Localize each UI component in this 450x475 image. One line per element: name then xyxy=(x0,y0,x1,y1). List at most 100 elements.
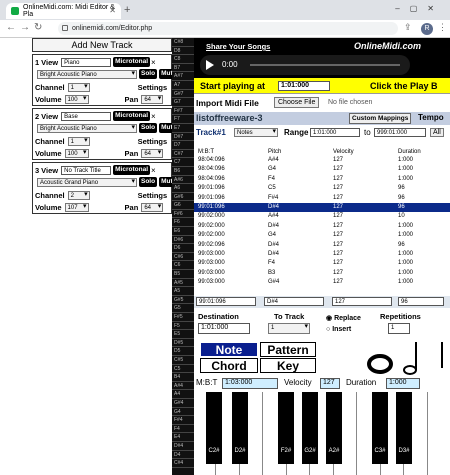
edit-duration-input[interactable]: 96 xyxy=(398,297,444,306)
profile-avatar[interactable]: R xyxy=(421,23,433,35)
insert-radio[interactable]: ○ Insert xyxy=(326,326,351,333)
microtonal-button[interactable]: Microtonal xyxy=(113,165,151,175)
strip-key[interactable]: A#5 xyxy=(172,279,194,288)
replace-radio[interactable]: ◉ Replace xyxy=(326,314,361,322)
strip-key[interactable]: D#5 xyxy=(172,339,194,348)
play-icon[interactable] xyxy=(206,60,214,70)
choose-file-button[interactable]: Choose File xyxy=(274,97,320,108)
duration-input[interactable]: 1:000 xyxy=(386,378,420,389)
strip-key[interactable]: D4 xyxy=(172,451,194,460)
event-row[interactable]: 99:01:096 D#4 127 96 xyxy=(194,202,450,213)
strip-key[interactable]: E4 xyxy=(172,433,194,442)
track-name-input[interactable]: No Track Title xyxy=(61,165,112,175)
pan-select[interactable]: 64 xyxy=(141,148,164,158)
strip-key[interactable]: B5 xyxy=(172,270,194,279)
pan-select[interactable]: 64 xyxy=(141,94,164,104)
channel-select[interactable]: 2 xyxy=(67,190,90,200)
strip-key[interactable]: C#4 xyxy=(172,459,194,468)
strip-key[interactable]: B4 xyxy=(172,373,194,382)
strip-key[interactable]: C#7 xyxy=(172,150,194,159)
range-to-input[interactable]: 999:01:000 xyxy=(374,128,426,137)
black-key[interactable]: D2# xyxy=(232,392,248,464)
event-row[interactable]: 98:04:096 F4 127 1:000 xyxy=(194,175,450,184)
url-field[interactable]: onlinemidi.com/Editor.php xyxy=(58,22,398,35)
instrument-select[interactable]: Bright Acoustic Piano xyxy=(37,69,137,79)
strip-key[interactable]: A6 xyxy=(172,184,194,193)
strip-key[interactable]: F7 xyxy=(172,115,194,124)
black-key[interactable]: F2# xyxy=(278,392,294,464)
strip-key[interactable]: E5 xyxy=(172,330,194,339)
strip-key[interactable]: F#5 xyxy=(172,313,194,322)
track-name-input[interactable]: Piano xyxy=(61,57,112,67)
start-input[interactable]: 1:01:000 xyxy=(278,81,330,91)
volume-select[interactable]: 107 xyxy=(64,202,89,212)
event-row[interactable]: 99:03:000 G#4 127 1:000 xyxy=(194,278,450,287)
strip-key[interactable]: F4 xyxy=(172,425,194,434)
strip-key[interactable]: C6 xyxy=(172,261,194,271)
share-songs-link[interactable]: Share Your Songs xyxy=(206,42,270,51)
strip-key[interactable]: A#6 xyxy=(172,176,194,185)
strip-key[interactable]: G#4 xyxy=(172,399,194,408)
event-row[interactable]: 99:03:000 F4 127 1:000 xyxy=(194,259,450,268)
strip-key[interactable]: E6 xyxy=(172,227,194,236)
note-button[interactable]: Note xyxy=(200,342,258,357)
event-row[interactable]: 99:03:000 D#4 127 1:000 xyxy=(194,250,450,259)
repetitions-input[interactable]: 1 xyxy=(388,323,410,334)
channel-select[interactable]: 1 xyxy=(67,82,90,92)
strip-key[interactable]: C7 xyxy=(172,158,194,167)
edit-mbt-input[interactable]: 99:01:096 xyxy=(196,297,256,306)
event-row[interactable]: 98:04:096 A#4 127 1:000 xyxy=(194,156,450,165)
strip-key[interactable]: D7 xyxy=(172,141,194,150)
volume-select[interactable]: 100 xyxy=(64,148,89,158)
destination-input[interactable]: 1:01:000 xyxy=(198,323,250,334)
microtonal-button[interactable]: Microtonal xyxy=(113,111,151,121)
event-row[interactable]: 99:02:000 D#4 127 1:000 xyxy=(194,222,450,231)
strip-key[interactable]: G7 xyxy=(172,98,194,107)
to-track-select[interactable]: 1 xyxy=(268,323,310,334)
new-tab-button[interactable]: + xyxy=(124,4,130,16)
window-controls[interactable]: –▢✕ xyxy=(395,4,444,13)
close-tab-icon[interactable]: ✕ xyxy=(109,6,116,15)
volume-select[interactable]: 100 xyxy=(64,94,89,104)
seek-bar[interactable] xyxy=(250,64,400,66)
strip-key[interactable]: F5 xyxy=(172,322,194,331)
edit-pitch-input[interactable]: D#4 xyxy=(264,297,324,306)
instrument-select[interactable]: Acoustic Grand Piano xyxy=(37,177,137,187)
strip-key[interactable]: C#5 xyxy=(172,356,194,365)
view-link[interactable]: View xyxy=(41,58,58,67)
mbt-input[interactable]: 1:03:000 xyxy=(222,378,278,389)
event-row[interactable]: 99:03:000 B3 127 1:000 xyxy=(194,269,450,278)
event-row[interactable]: 99:02:000 G4 127 1:000 xyxy=(194,231,450,240)
strip-key[interactable]: C8 xyxy=(172,55,194,64)
strip-key[interactable]: G5 xyxy=(172,304,194,313)
browser-tab[interactable]: OnlineMidi.com: Midi Editor & Pla ✕ xyxy=(6,3,121,19)
strip-key[interactable]: G6 xyxy=(172,201,194,210)
settings-link[interactable]: Settings xyxy=(138,191,168,200)
strip-key[interactable]: F#6 xyxy=(172,210,194,219)
solo-button[interactable]: Solo xyxy=(139,69,158,79)
solo-button[interactable]: Solo xyxy=(139,123,158,133)
strip-key[interactable]: A#7 xyxy=(172,72,194,81)
close-track-icon[interactable]: × xyxy=(151,58,156,67)
share-icon[interactable]: ⇪ xyxy=(404,22,412,33)
strip-key[interactable]: D5 xyxy=(172,347,194,356)
strip-key[interactable]: A4 xyxy=(172,390,194,399)
strip-key[interactable]: G#6 xyxy=(172,193,194,202)
pan-select[interactable]: 64 xyxy=(141,202,164,212)
event-row[interactable]: 99:02:096 D#4 127 96 xyxy=(194,241,450,250)
settings-link[interactable]: Settings xyxy=(138,137,168,146)
strip-key[interactable]: F6 xyxy=(172,218,194,228)
forward-icon[interactable]: → xyxy=(20,22,30,33)
custom-mappings-button[interactable]: Custom Mappings xyxy=(349,113,412,124)
strip-key[interactable]: F#7 xyxy=(172,107,194,116)
key-button[interactable]: Key xyxy=(260,358,316,373)
strip-key[interactable]: G4 xyxy=(172,408,194,417)
white-key[interactable] xyxy=(429,392,450,475)
piano-roll-key-strip[interactable]: C#8 D8 C8 B7 A#7 A7 G#7 G7 F#7 F7 E7 D#7 D7 C#7 C7 B6 A#… xyxy=(172,38,194,475)
strip-key[interactable]: D6 xyxy=(172,244,194,253)
strip-key[interactable]: B7 xyxy=(172,64,194,73)
strip-key[interactable]: C#6 xyxy=(172,253,194,262)
black-key[interactable]: C3# xyxy=(372,392,388,464)
strip-key[interactable]: D#6 xyxy=(172,236,194,245)
piano-keyboard[interactable]: C2# D2# F2# G2# A2# C3# D3# xyxy=(194,392,450,475)
